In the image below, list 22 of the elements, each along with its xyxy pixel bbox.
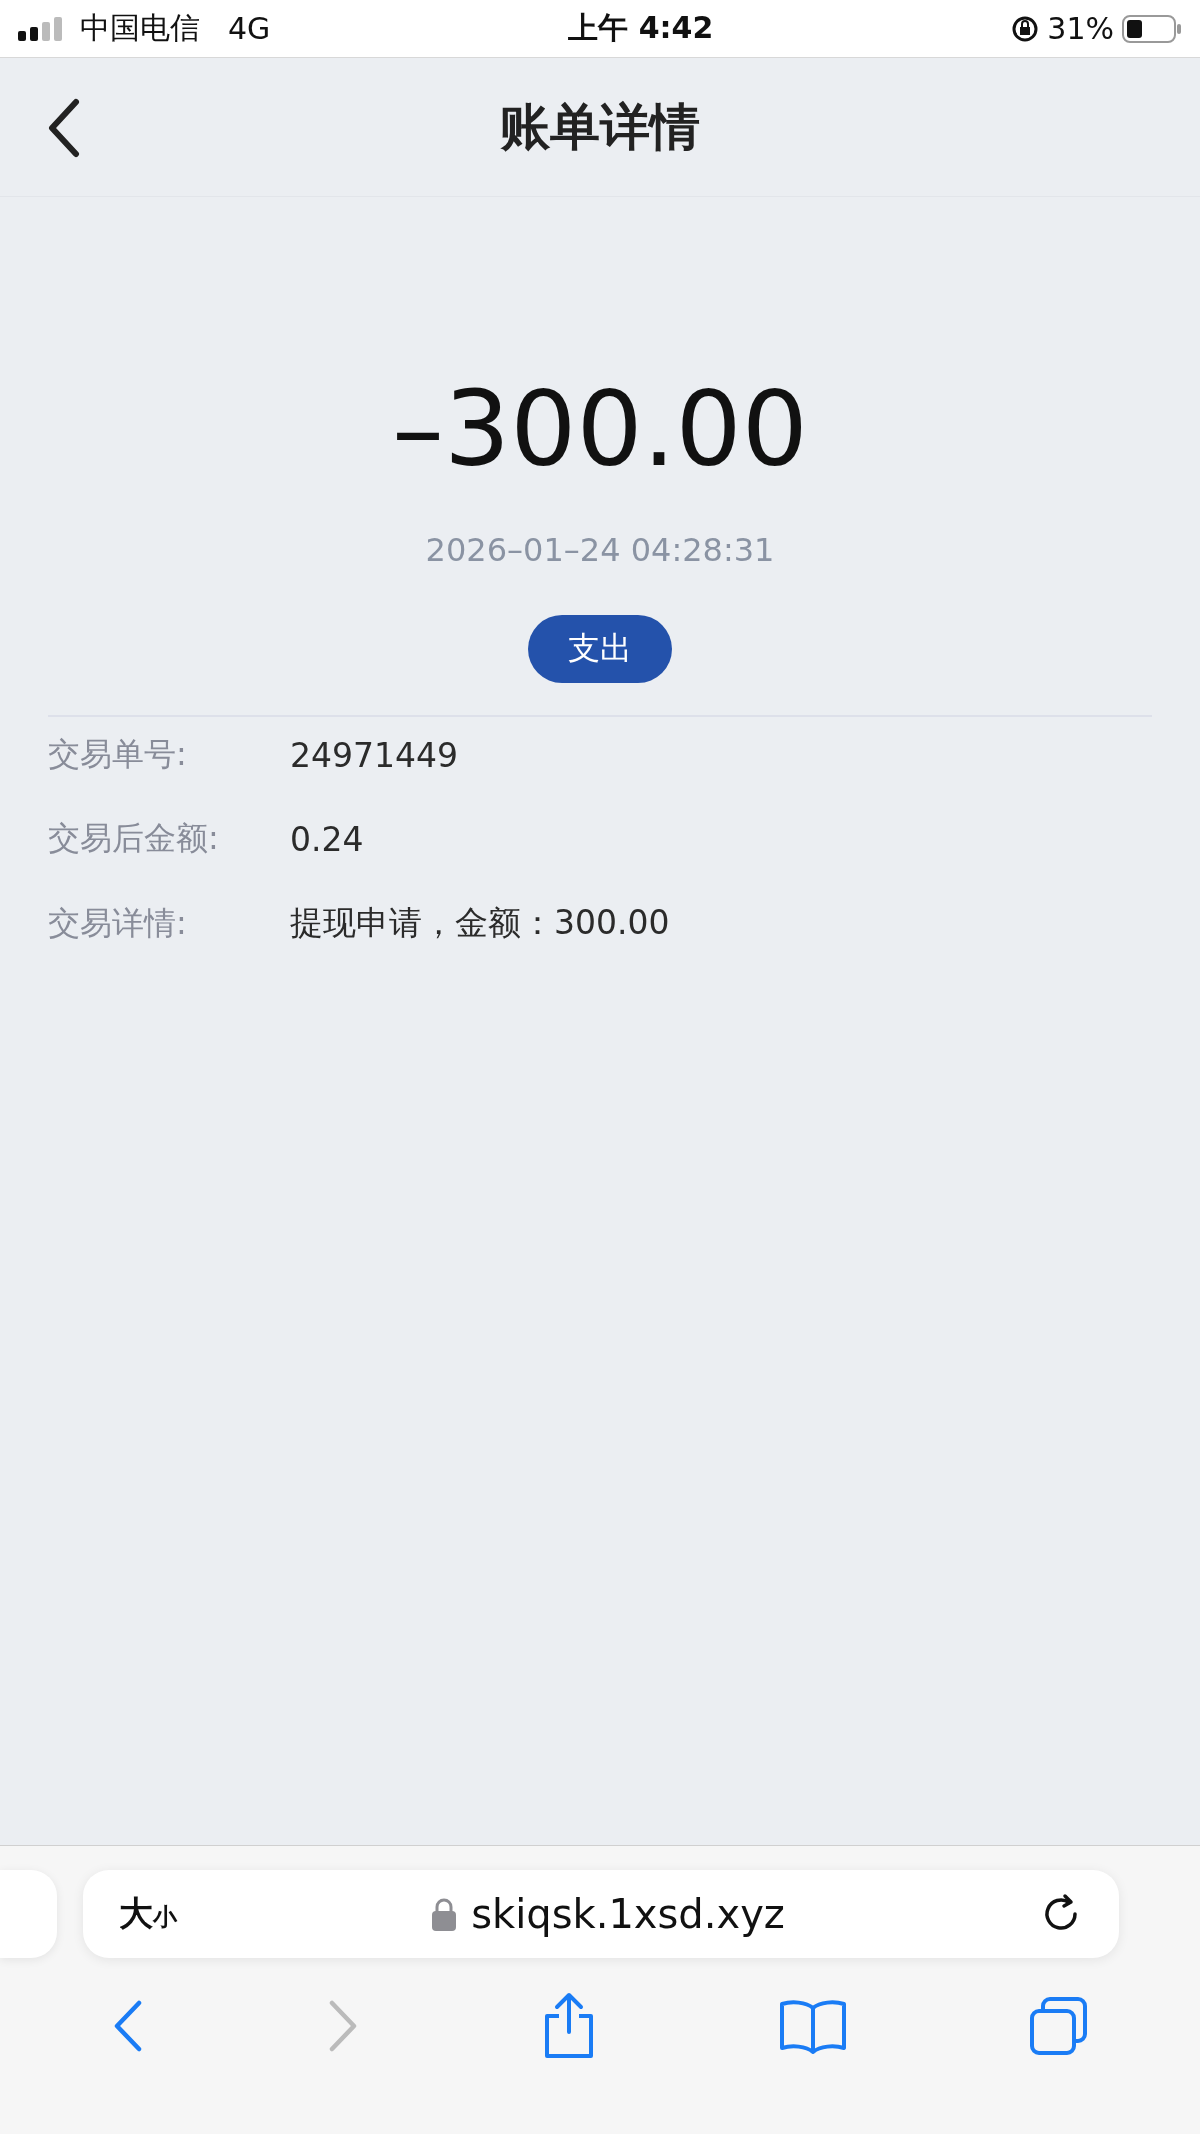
address-bar[interactable]: 大小 skiqsk.1xsd.xyz	[83, 1870, 1119, 1958]
battery-percent: 31%	[1047, 11, 1114, 46]
detail-value: 提现申请，金额：300.00	[290, 902, 670, 944]
page-title: 账单详情	[500, 96, 700, 158]
clock-time: 上午 4:42	[568, 9, 714, 47]
detail-label: 交易详情:	[48, 902, 188, 944]
battery-icon	[1122, 14, 1182, 43]
type-badge: 支出	[528, 615, 672, 683]
tabs-icon[interactable]	[1029, 1996, 1090, 2056]
text-size-button[interactable]: 大小	[119, 1891, 177, 1937]
carrier-name: 中国电信	[80, 9, 200, 47]
lock-icon	[431, 1897, 458, 1931]
amount: –300.00	[392, 377, 808, 481]
network-type: 4G	[228, 11, 271, 46]
detail-value: 0.24	[290, 819, 364, 859]
detail-label: 交易单号:	[48, 734, 188, 775]
bookmarks-icon[interactable]	[778, 1998, 849, 2054]
url-text: skiqsk.1xsd.xyz	[471, 1891, 785, 1937]
detail-label: 交易后金额:	[48, 818, 220, 859]
rotation-lock-icon	[1011, 14, 1040, 43]
transaction-datetime: 2026–01–24 04:28:31	[425, 531, 775, 569]
detail-value: 24971449	[290, 735, 458, 775]
